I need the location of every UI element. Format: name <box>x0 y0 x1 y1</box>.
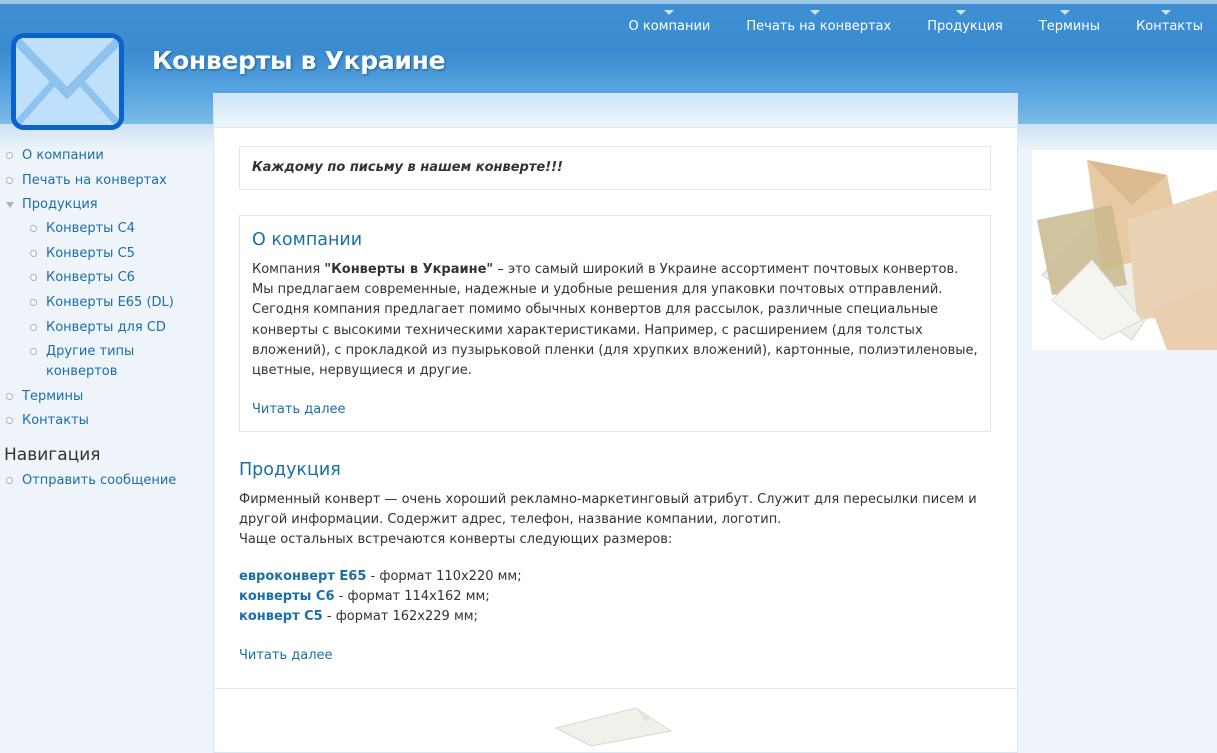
sidebar-link[interactable]: Конверты Е65 (DL) <box>46 295 174 310</box>
sidebar-submenu: Конверты С4 Конверты С5 Конверты С6 Конв… <box>22 219 200 382</box>
site-logo-envelope-icon[interactable] <box>11 33 124 130</box>
sidebar-link[interactable]: Конверты С5 <box>46 246 135 261</box>
about-paragraph-2: Сегодня компания предлагает помимо обычн… <box>252 302 978 379</box>
sidebar-subitem: Конверты С5 <box>0 244 200 264</box>
sidebar-link[interactable]: Продукция <box>22 197 98 212</box>
nav-item-send-message: Отправить сообщение <box>0 471 200 491</box>
products-paragraph-1: Фирменный конверт — очень хороший реклам… <box>239 492 977 528</box>
format-link[interactable]: евроконверт Е65 <box>239 569 366 584</box>
format-desc: - формат 110х220 мм; <box>366 568 522 584</box>
navigation-heading: Навигация <box>4 445 101 466</box>
company-name-bold: "Конверты в Украине" <box>324 262 494 277</box>
sidebar: О компании Печать на конвертах Продукция… <box>0 146 200 496</box>
format-item: конверт С5 - формат 162х229 мм; <box>239 607 999 627</box>
primary-link-printing[interactable]: Печать на конвертах <box>724 10 905 34</box>
sidebar-link[interactable]: Термины <box>22 389 83 404</box>
sidebar-item-terms: Термины <box>0 387 200 407</box>
about-title: О компании <box>252 230 363 250</box>
content-divider <box>214 688 1017 689</box>
sidebar-item-about: О компании <box>0 146 200 166</box>
format-link[interactable]: конверт С5 <box>239 609 323 624</box>
format-item: конверты С6 - формат 114х162 мм; <box>239 587 999 607</box>
primary-nav: О компании Печать на конвертах Продукция… <box>629 10 1217 34</box>
products-paragraph-2: Чаще остальных встречаются конверты след… <box>239 532 673 548</box>
primary-link-contacts[interactable]: Контакты <box>1114 10 1217 34</box>
products-title: Продукция <box>239 460 341 480</box>
format-item: евроконверт Е65 - формат 110х220 мм; <box>239 567 999 587</box>
primary-link-terms[interactable]: Термины <box>1017 10 1114 34</box>
slogan: Каждому по письму в нашем конверте!!! <box>239 146 991 190</box>
navigation-menu: Отправить сообщение <box>0 471 200 491</box>
sidebar-link[interactable]: Конверты С4 <box>46 221 135 236</box>
sidebar-item-printing: Печать на конвертах <box>0 171 200 191</box>
envelope-image-icon <box>551 706 691 750</box>
products-block: Продукция Фирменный конверт — очень хоро… <box>239 460 999 663</box>
sidebar-link[interactable]: О компании <box>22 148 104 163</box>
sidebar-link[interactable]: Конверты для CD <box>46 320 166 335</box>
main-content: Каждому по письму в нашем конверте!!! О … <box>213 93 1018 753</box>
about-paragraph-1: Компания "Конверты в Украине" – это самы… <box>252 260 978 300</box>
sidebar-subitem: Конверты С4 <box>0 219 200 239</box>
primary-link-about[interactable]: О компании <box>629 10 725 34</box>
envelopes-photo-icon <box>1032 150 1217 350</box>
sidebar-menu: О компании Печать на конвертах Продукция… <box>0 146 200 431</box>
sidebar-link[interactable]: Отправить сообщение <box>22 473 176 488</box>
format-desc: - формат 162х229 мм; <box>322 608 478 624</box>
primary-link-products[interactable]: Продукция <box>905 10 1017 34</box>
format-desc: - формат 114х162 мм; <box>334 588 490 604</box>
sidebar-subitem: Конверты С6 <box>0 268 200 288</box>
about-block: О компании Компания "Конверты в Украине"… <box>239 215 991 433</box>
format-list: евроконверт Е65 - формат 110х220 мм; кон… <box>239 567 999 627</box>
sidebar-item-contacts: Контакты <box>0 411 200 431</box>
site-name[interactable]: Конверты в Украине <box>152 46 446 75</box>
sidebar-link[interactable]: Конверты С6 <box>46 270 135 285</box>
sidebar-item-products: Продукция Конверты С4 Конверты С5 Конвер… <box>0 195 200 382</box>
sidebar-link[interactable]: Другие типы конвертов <box>46 344 134 379</box>
products-read-more-link[interactable]: Читать далее <box>239 648 333 663</box>
format-link[interactable]: конверты С6 <box>239 589 335 604</box>
content-top-gradient <box>214 94 1017 128</box>
text-span: Компания <box>252 262 325 277</box>
about-read-more-link[interactable]: Читать далее <box>252 402 346 417</box>
sidebar-link[interactable]: Контакты <box>22 413 89 428</box>
sidebar-subitem: Конверты Е65 (DL) <box>0 293 200 313</box>
sidebar-subitem: Конверты для CD <box>0 318 200 338</box>
sidebar-link[interactable]: Печать на конвертах <box>22 173 167 188</box>
sidebar-subitem: Другие типы конвертов <box>0 342 146 382</box>
